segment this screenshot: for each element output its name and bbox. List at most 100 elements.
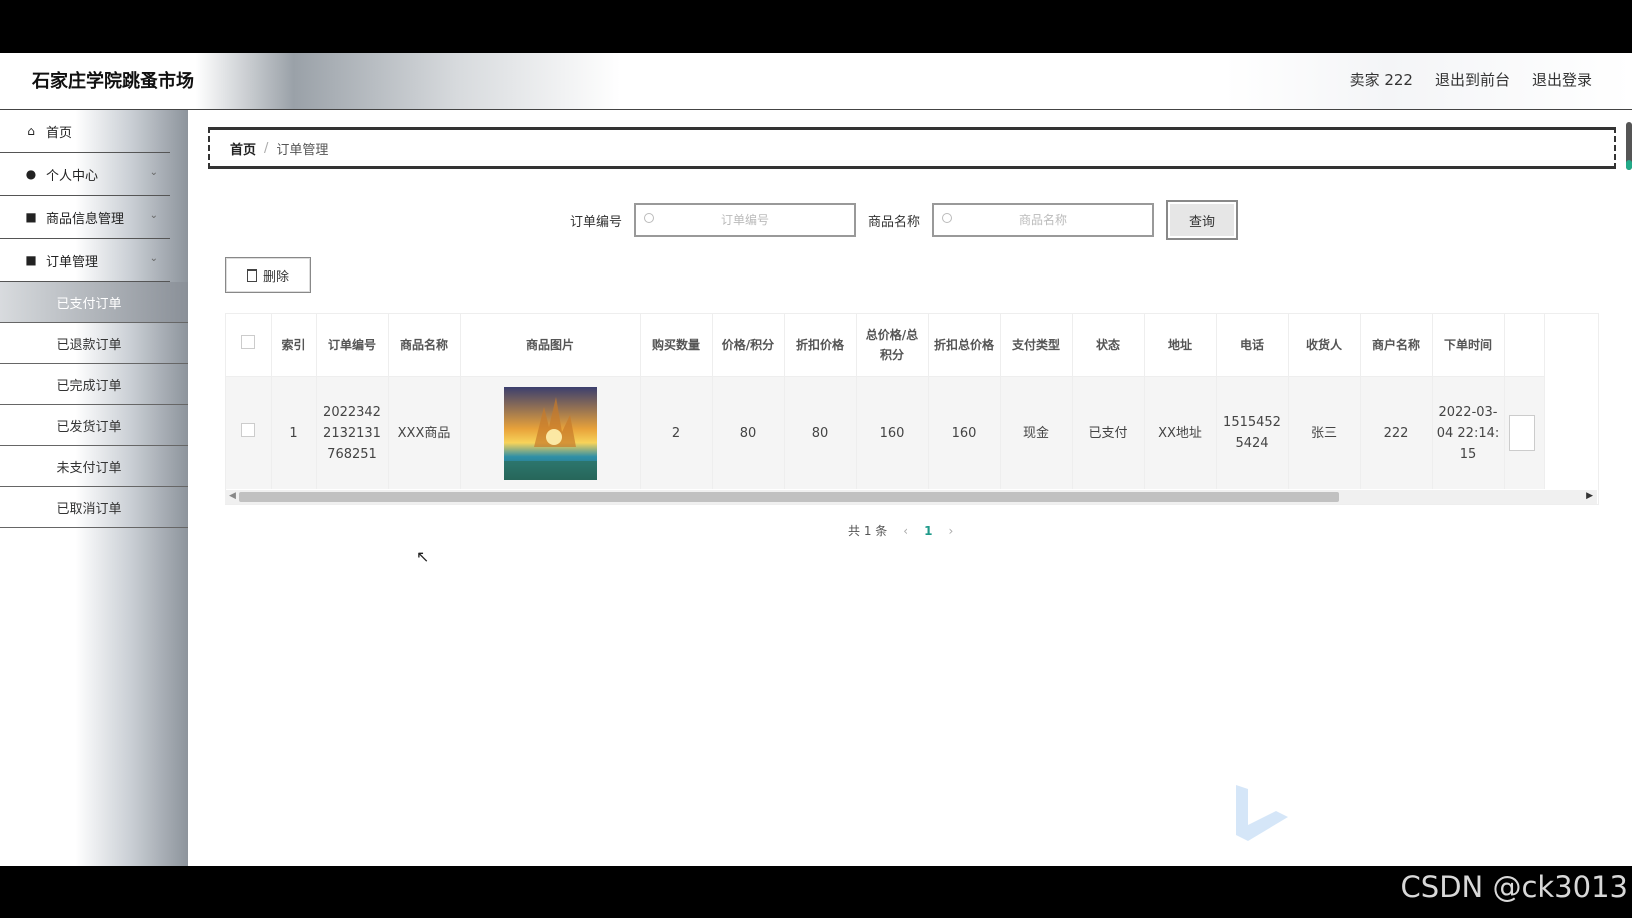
sidebar-subitem-completed[interactable]: 已完成订单 <box>0 364 188 405</box>
select-all-checkbox[interactable] <box>241 335 256 349</box>
column-header: 订单编号 <box>316 314 389 377</box>
column-header: 下单时间 <box>1432 314 1505 377</box>
search-icon <box>942 213 953 223</box>
breadcrumb-current: 订单管理 <box>276 142 329 158</box>
header: 石家庄学院跳蚤市场 卖家 222 退出到前台 退出登录 <box>0 53 1632 110</box>
sidebar-subitem-shipped[interactable]: 已发货订单 <box>0 405 188 446</box>
row-action-button[interactable] <box>1508 415 1535 451</box>
row-select-cell <box>226 376 272 489</box>
cell-goods-image <box>460 376 641 489</box>
column-header: 商品名称 <box>388 314 461 377</box>
site-title: 石家庄学院跳蚤市场 <box>32 71 194 92</box>
table-header-row: 索引 订单编号 商品名称 商品图片 购买数量 价格/积分 折扣价格 总价格/总积… <box>226 314 1545 377</box>
cell-qty: 2 <box>640 376 713 489</box>
sidebar-subitem-cancelled[interactable]: 已取消订单 <box>0 487 188 528</box>
main-content: 首页 / 订单管理 订单编号 商品名称 查询 删除 <box>188 110 1632 866</box>
pagination: 共 1 条 ‹ 1 › <box>848 522 953 539</box>
column-header: 价格/积分 <box>712 314 785 377</box>
order-no-input[interactable] <box>636 212 855 228</box>
goods-image <box>503 386 597 480</box>
logout-link[interactable]: 退出登录 <box>1532 69 1592 90</box>
scrollbar-thumb[interactable] <box>239 492 1339 502</box>
bing-logo-icon <box>1236 785 1288 841</box>
app-window: 石家庄学院跳蚤市场 卖家 222 退出到前台 退出登录 ⌂ 首页 ● 个人中心 … <box>0 53 1632 866</box>
chevron-down-icon: ⌄ <box>149 167 158 178</box>
user-icon: ● <box>25 167 37 181</box>
select-all-cell <box>226 314 272 377</box>
breadcrumb: 首页 / 订单管理 <box>208 127 1616 169</box>
top-black-bar <box>0 0 1632 53</box>
order-no-label: 订单编号 <box>570 214 623 230</box>
cell-discount-price: 80 <box>784 376 857 489</box>
sidebar-item-label: 首页 <box>46 125 73 141</box>
scroll-left-icon[interactable]: ◀ <box>229 491 236 501</box>
table-row: 1 20223422132131768251 XXX商品 2 80 80 160… <box>226 376 1545 489</box>
breadcrumb-home[interactable]: 首页 <box>230 139 256 158</box>
goods-name-label: 商品名称 <box>868 214 921 230</box>
cell-pay-type: 现金 <box>1000 376 1073 489</box>
sidebar-item-orders[interactable]: ■ 订单管理 ⌄ <box>0 239 170 282</box>
column-header: 折扣总价格 <box>928 314 1001 377</box>
table-horizontal-scrollbar[interactable]: ◀ ▶ <box>225 490 1597 504</box>
column-header: 支付类型 <box>1000 314 1073 377</box>
sidebar-item-home[interactable]: ⌂ 首页 <box>0 110 170 153</box>
exit-front-link[interactable]: 退出到前台 <box>1435 69 1510 90</box>
scroll-right-icon[interactable]: ▶ <box>1586 491 1593 501</box>
column-header: 折扣价格 <box>784 314 857 377</box>
mouse-cursor-icon: ↖ <box>416 547 430 566</box>
column-header: 购买数量 <box>640 314 713 377</box>
orders-table: 索引 订单编号 商品名称 商品图片 购买数量 价格/积分 折扣价格 总价格/总积… <box>225 313 1599 505</box>
search-form: 订单编号 商品名称 查询 <box>570 200 1239 240</box>
column-header: 状态 <box>1072 314 1145 377</box>
chevron-down-icon: ⌄ <box>149 210 158 221</box>
header-actions: 卖家 222 退出到前台 退出登录 <box>1350 69 1592 90</box>
cell-actions <box>1504 376 1545 489</box>
cell-total: 160 <box>856 376 929 489</box>
sidebar-item-label: 订单管理 <box>46 254 99 270</box>
sidebar: ⌂ 首页 ● 个人中心 ⌄ ■ 商品信息管理 ⌄ ■ 订单管理 ⌄ 已支付订单 … <box>0 110 188 866</box>
column-header-actions <box>1504 314 1545 377</box>
delete-button[interactable]: 删除 <box>225 257 311 293</box>
query-button[interactable]: 查询 <box>1166 200 1239 240</box>
search-icon <box>644 213 655 223</box>
delete-label: 删除 <box>262 269 289 285</box>
column-header: 地址 <box>1144 314 1217 377</box>
sidebar-item-label: 商品信息管理 <box>46 211 125 227</box>
chevron-down-icon: ⌄ <box>149 253 158 264</box>
column-header: 电话 <box>1216 314 1289 377</box>
cell-discount-total: 160 <box>928 376 1001 489</box>
column-header: 商户名称 <box>1360 314 1433 377</box>
watermark: CSDN @ck3013 <box>1400 870 1628 904</box>
cell-order-time: 2022-03-04 22:14:15 <box>1432 376 1505 489</box>
goods-name-field <box>932 203 1155 237</box>
row-checkbox[interactable] <box>241 422 256 437</box>
bottom-black-bar <box>0 866 1632 918</box>
cell-receiver: 张三 <box>1288 376 1361 489</box>
cell-goods-name: XXX商品 <box>388 376 461 489</box>
sidebar-subitem-paid[interactable]: 已支付订单 <box>0 282 188 323</box>
column-header: 总价格/总积分 <box>856 314 929 377</box>
sidebar-subitem-refunded[interactable]: 已退款订单 <box>0 323 188 364</box>
page-number[interactable]: 1 <box>924 524 932 538</box>
cell-address: XX地址 <box>1144 376 1217 489</box>
prev-page-button[interactable]: ‹ <box>903 524 908 538</box>
sidebar-subitem-unpaid[interactable]: 未支付订单 <box>0 446 188 487</box>
goods-icon: ■ <box>25 210 37 224</box>
page-scrollbar[interactable] <box>1626 122 1632 170</box>
column-header: 商品图片 <box>460 314 641 377</box>
column-header: 索引 <box>271 314 317 377</box>
cell-price: 80 <box>712 376 785 489</box>
cell-phone: 15154525424 <box>1216 376 1289 489</box>
sidebar-item-personal[interactable]: ● 个人中心 ⌄ <box>0 153 170 196</box>
user-name: 卖家 222 <box>1349 71 1413 89</box>
cell-status: 已支付 <box>1072 376 1145 489</box>
cell-index: 1 <box>271 376 317 489</box>
home-icon: ⌂ <box>27 124 35 138</box>
breadcrumb-separator: / <box>264 140 269 156</box>
goods-name-input[interactable] <box>934 212 1153 228</box>
next-page-button[interactable]: › <box>948 524 953 538</box>
cell-merchant: 222 <box>1360 376 1433 489</box>
cell-order-no: 20223422132131768251 <box>316 376 389 489</box>
sidebar-item-goods[interactable]: ■ 商品信息管理 ⌄ <box>0 196 170 239</box>
trash-icon <box>246 268 257 282</box>
